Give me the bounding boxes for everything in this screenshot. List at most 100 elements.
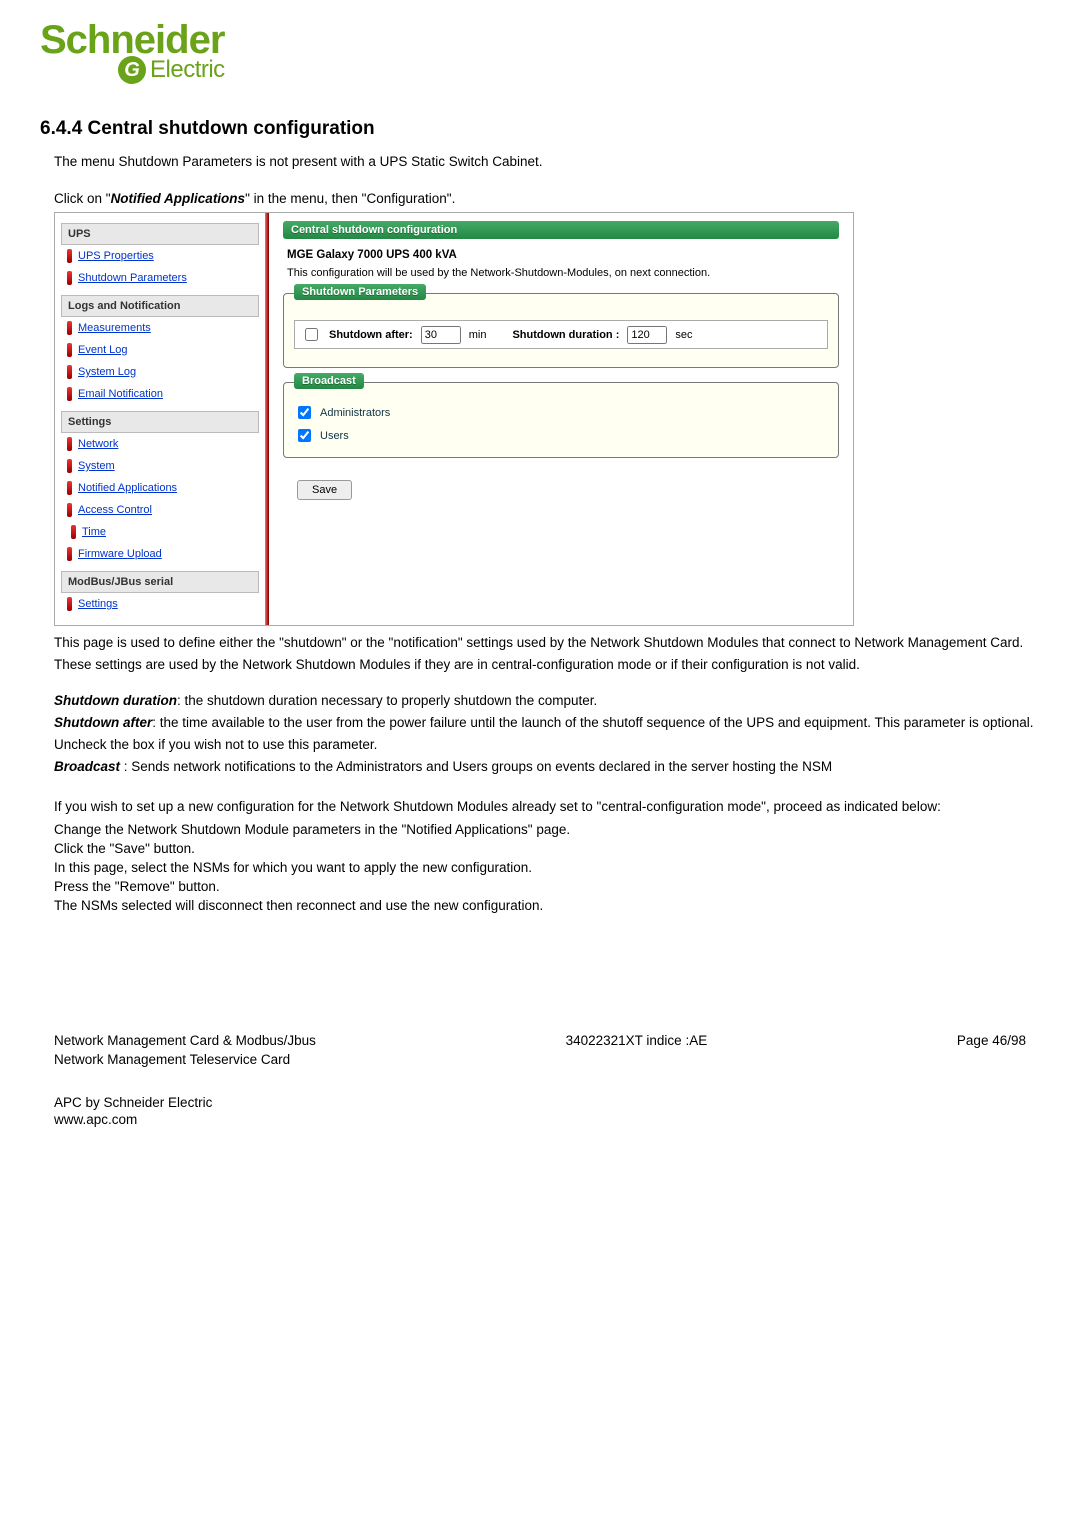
embedded-screenshot: UPS UPS Properties Shutdown Parameters L… bbox=[54, 212, 854, 626]
shutdown-duration-unit: sec bbox=[675, 329, 692, 341]
nav-head-modbus: ModBus/JBus serial bbox=[61, 571, 259, 593]
howto-intro: If you wish to set up a new configuratio… bbox=[54, 796, 1040, 818]
shutdown-duration-label: Shutdown duration : bbox=[512, 329, 619, 341]
shutdown-duration-input[interactable] bbox=[627, 326, 667, 344]
footer-company: APC by Schneider Electric bbox=[54, 1095, 1026, 1110]
bullet-icon bbox=[67, 597, 72, 611]
nav-label: Notified Applications bbox=[78, 482, 177, 494]
nav-head-settings: Settings bbox=[61, 411, 259, 433]
nav-head-ups: UPS bbox=[61, 223, 259, 245]
ups-name: MGE Galaxy 7000 UPS 400 kVA bbox=[287, 249, 835, 261]
logo-sub: G Electric bbox=[118, 56, 1080, 84]
howto-step-1: Change the Network Shutdown Module param… bbox=[54, 822, 1040, 837]
bullet-icon bbox=[67, 365, 72, 379]
click-pre: Click on " bbox=[54, 191, 111, 206]
nav-firmware-upload[interactable]: Firmware Upload bbox=[61, 543, 259, 565]
broadcast-admin-checkbox[interactable] bbox=[298, 406, 311, 419]
nav-ups-properties[interactable]: UPS Properties bbox=[61, 245, 259, 267]
main-panel: Central shutdown configuration MGE Galax… bbox=[269, 213, 853, 625]
config-desc: This configuration will be used by the N… bbox=[287, 267, 835, 279]
nav-label: System Log bbox=[78, 366, 136, 378]
sidebar: UPS UPS Properties Shutdown Parameters L… bbox=[55, 213, 265, 625]
save-button[interactable]: Save bbox=[297, 480, 352, 500]
shutdown-param-row: Shutdown after: min Shutdown duration : … bbox=[294, 320, 828, 349]
explain-paragraph: This page is used to define either the "… bbox=[54, 632, 1040, 675]
def-text: : Sends network notifications to the Adm… bbox=[120, 759, 832, 774]
section-heading: 6.4.4 Central shutdown configuration bbox=[40, 118, 1040, 140]
nav-label: System bbox=[78, 460, 115, 472]
nav-label: Email Notification bbox=[78, 388, 163, 400]
howto-step-5: The NSMs selected will disconnect then r… bbox=[54, 898, 1040, 913]
footer-row-1: Network Management Card & Modbus/Jbus 34… bbox=[54, 1033, 1026, 1048]
broadcast-users-checkbox[interactable] bbox=[298, 429, 311, 442]
shutdown-parameters-fieldset: Shutdown Parameters Shutdown after: min … bbox=[283, 293, 839, 368]
footer-right: Page 46/98 bbox=[957, 1033, 1026, 1048]
footer-center: 34022321XT indice :AE bbox=[566, 1033, 708, 1048]
nav-time[interactable]: Time bbox=[61, 521, 259, 543]
nav-access-control[interactable]: Access Control bbox=[61, 499, 259, 521]
click-instruction: Click on "Notified Applications" in the … bbox=[54, 191, 1040, 206]
nav-head-logs: Logs and Notification bbox=[61, 295, 259, 317]
nav-system[interactable]: System bbox=[61, 455, 259, 477]
broadcast-admin-label: Administrators bbox=[320, 407, 390, 419]
howto-step-2: Click the "Save" button. bbox=[54, 841, 1040, 856]
shutdown-after-checkbox[interactable] bbox=[305, 328, 318, 341]
footer-left: Network Management Card & Modbus/Jbus bbox=[54, 1033, 316, 1048]
def-shutdown-duration: Shutdown duration: the shutdown duration… bbox=[54, 693, 1040, 708]
bullet-icon bbox=[67, 459, 72, 473]
shutdown-after-unit: min bbox=[469, 329, 487, 341]
nav-label: UPS Properties bbox=[78, 250, 154, 262]
page-title-bar: Central shutdown configuration bbox=[283, 221, 839, 239]
intro-paragraph: The menu Shutdown Parameters is not pres… bbox=[54, 154, 1040, 169]
nav-event-log[interactable]: Event Log bbox=[61, 339, 259, 361]
nav-email-notification[interactable]: Email Notification bbox=[61, 383, 259, 405]
nav-label: Settings bbox=[78, 598, 118, 610]
nav-measurements[interactable]: Measurements bbox=[61, 317, 259, 339]
click-bold: Notified Applications bbox=[111, 191, 246, 206]
bullet-icon bbox=[67, 503, 72, 517]
def-label: Broadcast bbox=[54, 759, 120, 774]
bullet-icon bbox=[67, 437, 72, 451]
bullet-icon bbox=[71, 525, 76, 539]
logo-block: Schneider G Electric bbox=[0, 0, 1080, 94]
nav-label: Network bbox=[78, 438, 118, 450]
nav-system-log[interactable]: System Log bbox=[61, 361, 259, 383]
howto-step-3: In this page, select the NSMs for which … bbox=[54, 860, 1040, 875]
broadcast-users-label: Users bbox=[320, 430, 349, 442]
nav-label: Measurements bbox=[78, 322, 151, 334]
logo-main: Schneider bbox=[40, 20, 1080, 60]
def-broadcast: Broadcast : Sends network notifications … bbox=[54, 759, 1040, 774]
bullet-icon bbox=[67, 547, 72, 561]
nav-label: Event Log bbox=[78, 344, 128, 356]
nav-label: Firmware Upload bbox=[78, 548, 162, 560]
click-post: " in the menu, then "Configuration". bbox=[245, 191, 455, 206]
broadcast-users-row: Users bbox=[294, 424, 828, 447]
logo-electric: Electric bbox=[150, 56, 225, 84]
bullet-icon bbox=[67, 481, 72, 495]
nav-label: Access Control bbox=[78, 504, 152, 516]
broadcast-admin-row: Administrators bbox=[294, 401, 828, 424]
broadcast-fieldset: Broadcast Administrators Users bbox=[283, 382, 839, 458]
nav-notified-applications[interactable]: Notified Applications bbox=[61, 477, 259, 499]
nav-network[interactable]: Network bbox=[61, 433, 259, 455]
howto-step-4: Press the "Remove" button. bbox=[54, 879, 1040, 894]
bullet-icon bbox=[67, 271, 72, 285]
shutdown-after-label: Shutdown after: bbox=[329, 329, 413, 341]
footer-row-2: Network Management Teleservice Card bbox=[54, 1052, 1026, 1067]
def-text: : the time available to the user from th… bbox=[54, 715, 1034, 752]
footer-url: www.apc.com bbox=[54, 1112, 1026, 1127]
bullet-icon bbox=[67, 321, 72, 335]
bullet-icon bbox=[67, 249, 72, 263]
broadcast-legend: Broadcast bbox=[294, 373, 364, 389]
logo-glyph-icon: G bbox=[118, 56, 146, 84]
nav-shutdown-params[interactable]: Shutdown Parameters bbox=[61, 267, 259, 289]
bullet-icon bbox=[67, 387, 72, 401]
def-text: : the shutdown duration necessary to pro… bbox=[177, 693, 597, 708]
nav-label: Shutdown Parameters bbox=[78, 272, 187, 284]
bullet-icon bbox=[67, 343, 72, 357]
def-label: Shutdown after bbox=[54, 715, 152, 730]
def-label: Shutdown duration bbox=[54, 693, 177, 708]
nav-modbus-settings[interactable]: Settings bbox=[61, 593, 259, 615]
shutdown-after-input[interactable] bbox=[421, 326, 461, 344]
def-shutdown-after: Shutdown after: the time available to th… bbox=[54, 712, 1040, 755]
